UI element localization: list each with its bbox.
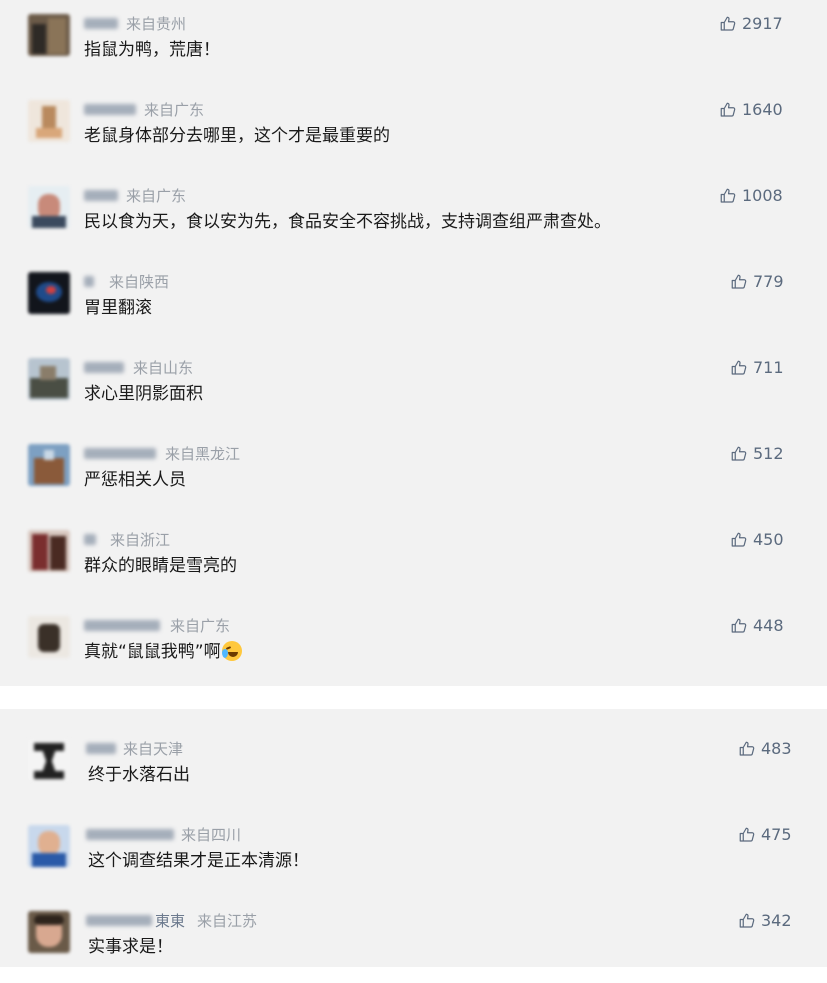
comment-location: 来自山东 (133, 359, 194, 377)
user-avatar[interactable] (28, 530, 70, 572)
like-button[interactable]: 450 (730, 530, 784, 550)
like-count: 483 (761, 739, 792, 758)
comment-location: 来自广东 (144, 101, 205, 119)
like-button[interactable]: 2917 (719, 14, 783, 34)
like-count: 342 (761, 911, 792, 930)
comment-location: 来自广东 (170, 617, 231, 635)
comment-location: 来自浙江 (110, 531, 171, 549)
comment-text: 这个调查结果才是正本清源！ (88, 851, 309, 871)
comment-text: 真就“鼠鼠我鸭”啊 (84, 640, 242, 664)
comment-text: 民以食为天，食以安为先，食品安全不容挑战，支持调查组严肃查处。 (84, 212, 611, 232)
like-button[interactable]: 448 (730, 616, 784, 636)
comment-item: 来自广东 真就“鼠鼠我鸭”啊 448 (0, 602, 827, 688)
comment-location: 来自天津 (123, 740, 184, 758)
thumbs-up-outline-icon (731, 446, 747, 461)
like-count: 779 (753, 272, 784, 291)
like-count: 450 (753, 530, 784, 549)
comment-text: 胃里翻滚 (84, 298, 152, 318)
like-count: 1640 (742, 100, 783, 119)
user-avatar[interactable] (28, 616, 70, 658)
comment-text: 求心里阴影面积 (84, 384, 203, 404)
like-count: 1008 (742, 186, 783, 205)
thumbs-up-outline-icon (731, 360, 747, 375)
user-avatar[interactable] (28, 911, 70, 953)
user-avatar[interactable] (28, 358, 70, 400)
blurred-username[interactable] (84, 358, 127, 378)
like-button[interactable]: 1640 (719, 100, 783, 120)
blurred-username[interactable] (84, 14, 121, 34)
user-avatar[interactable] (28, 14, 70, 56)
blurred-username[interactable] (84, 100, 139, 120)
blurred-username[interactable] (84, 186, 121, 206)
comment-location: 来自贵州 (126, 15, 187, 33)
comment-item: 来自天津 终于水落石出 483 (0, 725, 827, 811)
like-count: 711 (753, 358, 784, 377)
like-button[interactable]: 512 (730, 444, 784, 464)
like-button[interactable]: 475 (738, 825, 792, 845)
blurred-username[interactable] (86, 825, 177, 845)
visible-nickname[interactable]: 東東 (155, 911, 185, 931)
thumbs-up-outline-icon (739, 741, 755, 756)
blurred-username[interactable] (86, 911, 155, 931)
comment-item: 来自山东 求心里阴影面积 711 (0, 344, 827, 430)
comment-item: 来自广东 民以食为天，食以安为先，食品安全不容挑战，支持调查组严肃查处。 100… (0, 172, 827, 258)
like-count: 512 (753, 444, 784, 463)
like-count: 475 (761, 825, 792, 844)
comment-item: 来自陕西 胃里翻滚 779 (0, 258, 827, 344)
like-count: 448 (753, 616, 784, 635)
comment-item: 来自浙江 群众的眼睛是雪亮的 450 (0, 516, 827, 602)
thumbs-up-outline-icon (739, 827, 755, 842)
comment-location: 来自陕西 (109, 273, 170, 291)
comment-location: 来自四川 (181, 826, 242, 844)
like-count: 2917 (742, 14, 783, 33)
comment-text: 严惩相关人员 (84, 470, 186, 490)
user-avatar[interactable] (28, 739, 70, 781)
comment-list-panel-1: 来自贵州 指鼠为鸭，荒唐！ 2917 来自广东 老鼠身体部分去哪里，这个才是最重… (0, 0, 827, 686)
laughing-crying-emoji-icon (221, 641, 242, 661)
like-button[interactable]: 342 (738, 911, 792, 931)
user-avatar[interactable] (28, 825, 70, 867)
blurred-username[interactable] (84, 444, 159, 464)
thumbs-up-outline-icon (739, 913, 755, 928)
thumbs-up-outline-icon (731, 618, 747, 633)
thumbs-up-outline-icon (720, 102, 736, 117)
user-avatar[interactable] (28, 186, 70, 228)
comment-text: 实事求是！ (88, 937, 173, 957)
user-avatar[interactable] (28, 272, 70, 314)
comment-item: 来自黑龙江 严惩相关人员 512 (0, 430, 827, 516)
user-avatar[interactable] (28, 444, 70, 486)
comment-item: 来自贵州 指鼠为鸭，荒唐！ 2917 (0, 0, 827, 86)
comment-list-panel-2: 来自天津 终于水落石出 483 来自四川 这个调查结果才是正本清源！ 475 東… (0, 709, 827, 967)
comment-text-content: 真就“鼠鼠我鸭”啊 (84, 642, 221, 662)
comment-item: 東東 来自江苏 实事求是！ 342 (0, 897, 827, 983)
thumbs-up-outline-icon (731, 274, 747, 289)
comment-text: 指鼠为鸭，荒唐！ (84, 40, 220, 60)
thumbs-up-outline-icon (720, 188, 736, 203)
like-button[interactable]: 779 (730, 272, 784, 292)
like-button[interactable]: 1008 (719, 186, 783, 206)
blurred-username[interactable] (84, 530, 99, 550)
thumbs-up-outline-icon (731, 532, 747, 547)
comment-location: 来自江苏 (197, 912, 258, 930)
comment-text: 终于水落石出 (88, 765, 190, 785)
comment-text: 老鼠身体部分去哪里，这个才是最重要的 (84, 126, 390, 146)
like-button[interactable]: 483 (738, 739, 792, 759)
comment-text: 群众的眼睛是雪亮的 (84, 556, 237, 576)
comment-item: 来自四川 这个调查结果才是正本清源！ 475 (0, 811, 827, 897)
like-button[interactable]: 711 (730, 358, 784, 378)
blurred-username[interactable] (84, 272, 97, 292)
blurred-username[interactable] (84, 616, 163, 636)
thumbs-up-outline-icon (720, 16, 736, 31)
blurred-username[interactable] (86, 739, 119, 759)
comment-item: 来自广东 老鼠身体部分去哪里，这个才是最重要的 1640 (0, 86, 827, 172)
user-avatar[interactable] (28, 100, 70, 142)
comment-location: 来自黑龙江 (165, 445, 241, 463)
comment-location: 来自广东 (126, 187, 187, 205)
